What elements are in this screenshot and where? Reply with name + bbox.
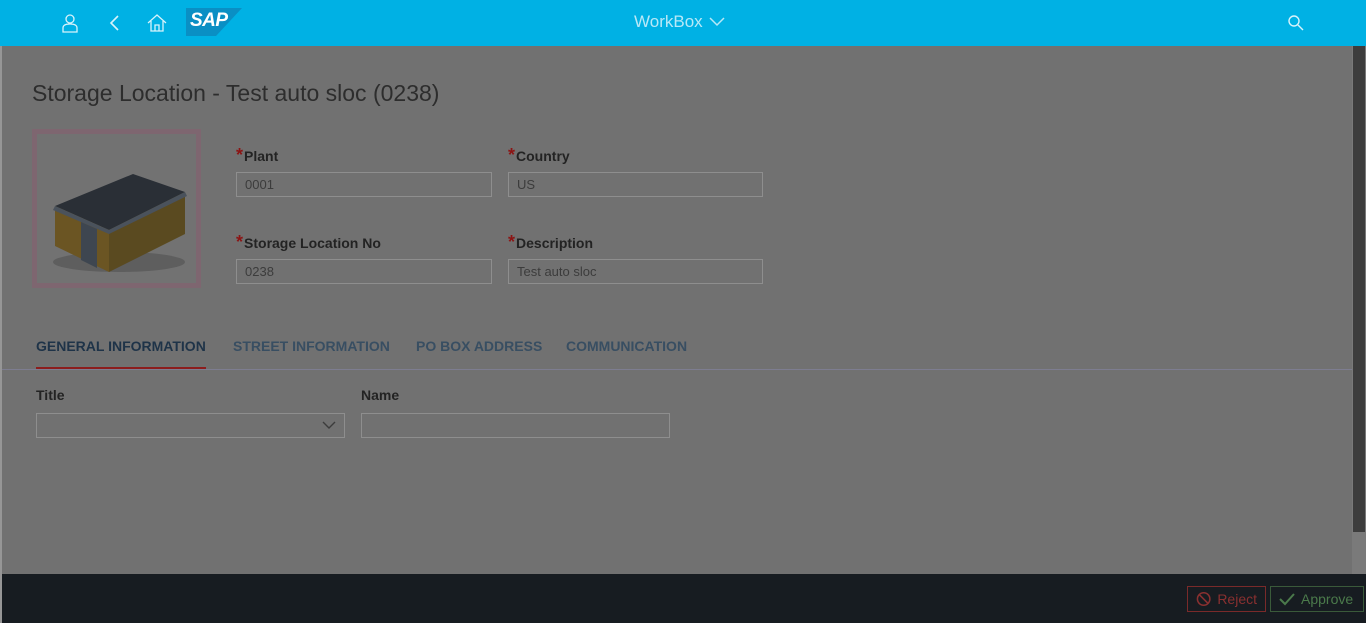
footer-toolbar	[2, 574, 1366, 623]
scrollbar-thumb[interactable]	[1353, 46, 1365, 532]
chevron-down-icon	[322, 421, 336, 429]
description-field[interactable]	[508, 259, 763, 284]
tab-street-information[interactable]: STREET INFORMATION	[233, 338, 390, 367]
country-field[interactable]	[508, 172, 763, 197]
title-label: Title	[36, 387, 65, 403]
sap-logo-text: SAP	[190, 10, 228, 31]
country-label: *Country	[508, 145, 570, 165]
approve-button[interactable]: Approve	[1270, 586, 1364, 612]
storage-location-no-label: *Storage Location No	[236, 232, 381, 252]
object-image	[32, 129, 201, 288]
name-label: Name	[361, 387, 400, 403]
plant-label: *Plant	[236, 145, 279, 165]
app-title: WorkBox	[634, 12, 703, 31]
reject-label: Reject	[1217, 591, 1257, 607]
reject-button[interactable]: Reject	[1187, 586, 1266, 612]
name-field[interactable]	[361, 413, 670, 438]
back-icon[interactable]	[103, 11, 127, 35]
plant-field[interactable]	[236, 172, 492, 197]
warehouse-icon	[53, 174, 187, 272]
description-label: *Description	[508, 232, 594, 252]
search-icon[interactable]	[1284, 11, 1308, 35]
tab-bar: GENERAL INFORMATION STREET INFORMATION P…	[2, 330, 1352, 370]
tab-communication[interactable]: COMMUNICATION	[566, 338, 687, 367]
main-content	[2, 46, 1352, 574]
checkmark-icon	[1279, 593, 1295, 606]
title-select[interactable]	[36, 413, 345, 438]
reject-icon	[1196, 592, 1211, 606]
chevron-down-icon	[709, 17, 725, 27]
page-title: Storage Location - Test auto sloc (0238)	[32, 80, 440, 106]
approve-label: Approve	[1301, 591, 1354, 607]
storage-location-no-field[interactable]	[236, 259, 492, 284]
app-title-menu[interactable]: WorkBox	[634, 12, 725, 32]
home-icon[interactable]	[145, 11, 169, 35]
shell-bar: SAP WorkBox	[0, 0, 1366, 46]
tab-po-box-address[interactable]: PO BOX ADDRESS	[416, 338, 542, 367]
user-icon[interactable]	[58, 11, 82, 35]
tab-general-information[interactable]: GENERAL INFORMATION	[36, 338, 206, 369]
